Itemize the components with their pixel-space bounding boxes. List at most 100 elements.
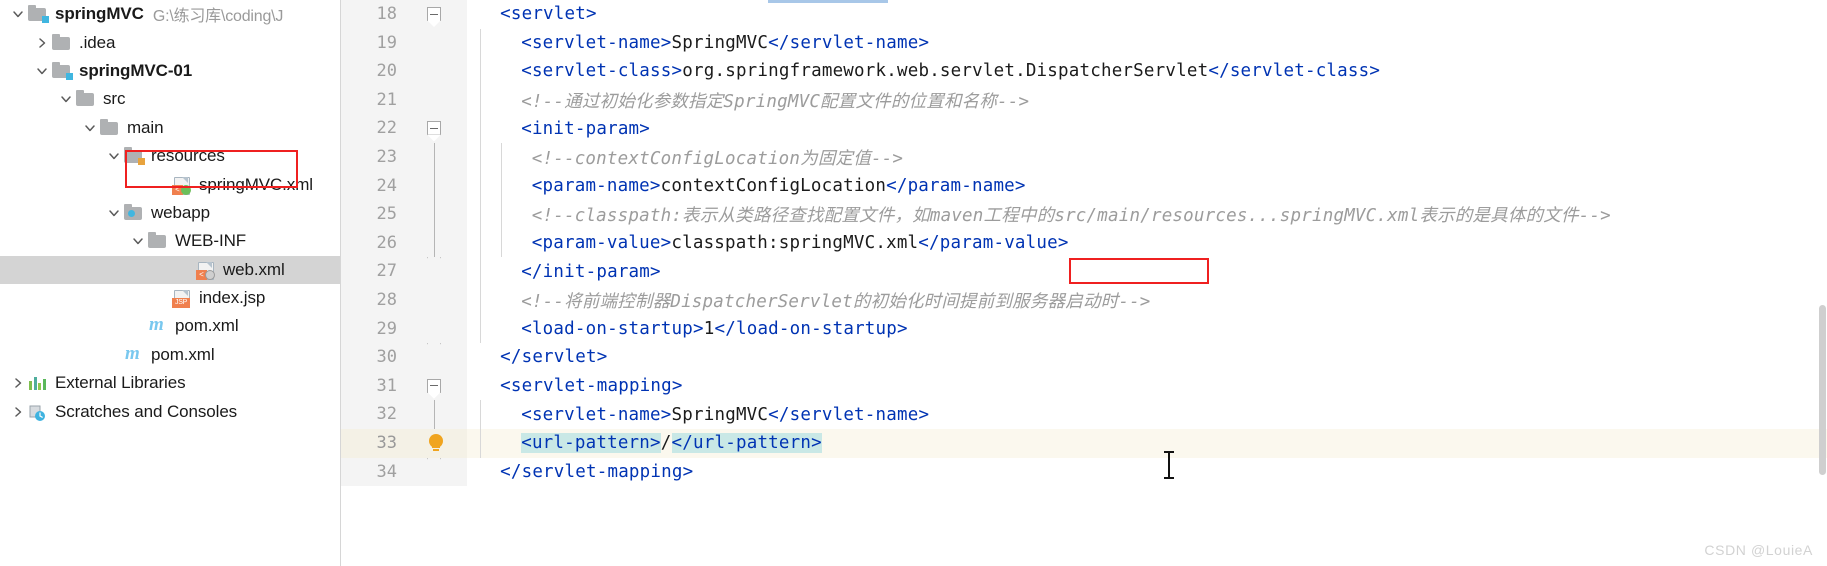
fold-collapse-icon[interactable]: [409, 0, 467, 29]
gutter-area[interactable]: [409, 285, 467, 315]
gutter-area[interactable]: [409, 57, 467, 86]
code-line[interactable]: 18 <servlet>: [341, 0, 1827, 29]
fold-end-marker[interactable]: [427, 257, 441, 269]
tree-item-pom-xml[interactable]: m pom.xml: [0, 341, 340, 369]
chevron-right-icon[interactable]: [35, 36, 49, 50]
code-text[interactable]: <servlet>: [467, 4, 1827, 24]
code-line[interactable]: 22 <init-param>: [341, 114, 1827, 143]
code-text[interactable]: </init-param>: [467, 262, 1827, 282]
fold-guide-line[interactable]: [409, 142, 467, 172]
chevron-down-icon[interactable]: [131, 234, 145, 248]
fold-guide-line[interactable]: [409, 200, 467, 229]
code-text[interactable]: <servlet-name>SpringMVC</servlet-name>: [467, 405, 1827, 425]
code-text[interactable]: <init-param>: [467, 119, 1827, 139]
project-tree-panel[interactable]: springMVC G:\练习库\coding\J .idea springMVC-0…: [0, 0, 341, 566]
fold-collapse-icon[interactable]: [427, 7, 441, 21]
fold-collapse-icon[interactable]: [409, 371, 467, 401]
chevron-down-icon[interactable]: [59, 92, 73, 106]
code-token: >: [671, 376, 683, 397]
tree-item-idea[interactable]: .idea: [0, 28, 340, 56]
fold-end-marker[interactable]: [427, 343, 441, 355]
code-line[interactable]: 21 <!--通过初始化参数指定SpringMVC配置文件的位置和名称-->: [341, 85, 1827, 115]
tree-item-index-jsp[interactable]: JSP index.jsp: [0, 284, 340, 312]
fold-end-marker[interactable]: [427, 458, 441, 470]
fold-end-marker[interactable]: [409, 343, 467, 372]
vertical-scrollbar[interactable]: [1819, 305, 1826, 475]
code-text[interactable]: </servlet-mapping>: [467, 462, 1827, 482]
code-token: </: [714, 318, 736, 339]
chevron-right-icon[interactable]: [11, 405, 25, 419]
code-text[interactable]: <param-name>contextConfigLocation</param…: [467, 176, 1827, 196]
code-token: servlet-name: [789, 404, 919, 425]
code-text[interactable]: <servlet-mapping>: [467, 376, 1827, 396]
code-line[interactable]: 27 </init-param>: [341, 257, 1827, 286]
code-line[interactable]: 29 <load-on-startup>1</load-on-startup>: [341, 314, 1827, 344]
chevron-down-icon[interactable]: [83, 121, 97, 135]
code-token: servlet-name: [531, 404, 661, 425]
tree-item-scratches-and-consoles[interactable]: Scratches and Consoles: [0, 397, 340, 425]
chevron-down-icon[interactable]: [11, 7, 25, 21]
chevron-down-icon[interactable]: [107, 206, 121, 220]
code-line[interactable]: 26 <param-value>classpath:springMVC.xml</…: [341, 228, 1827, 258]
code-token: >: [918, 32, 930, 53]
gutter-area[interactable]: [409, 314, 467, 344]
chevron-down-icon[interactable]: [107, 149, 121, 163]
tree-item-springmvc-xml[interactable]: < springMVC.xml: [0, 170, 340, 198]
code-line[interactable]: 24 <param-name>contextConfigLocation</par…: [341, 171, 1827, 201]
indent-guide: [480, 85, 481, 115]
intention-bulb-icon[interactable]: [428, 433, 444, 452]
code-line[interactable]: 32 <servlet-name>SpringMVC</servlet-name>: [341, 400, 1827, 429]
code-line[interactable]: 30 </servlet>: [341, 343, 1827, 372]
line-number: 33: [341, 428, 409, 458]
code-line[interactable]: 25 <!--classpath:表示从类路径查找配置文件，如maven工程中的s…: [341, 200, 1827, 229]
tree-item-pom-xml[interactable]: m pom.xml: [0, 312, 340, 340]
tree-item-springmvc[interactable]: springMVC G:\练习库\coding\J: [0, 0, 340, 28]
code-text[interactable]: <param-value>classpath:springMVC.xml</pa…: [467, 233, 1827, 253]
line-number: 26: [341, 228, 409, 258]
libraries-icon: [28, 374, 48, 392]
fold-end-marker[interactable]: [409, 257, 467, 286]
code-text[interactable]: <!--通过初始化参数指定SpringMVC配置文件的位置和名称-->: [467, 88, 1827, 113]
tree-item-resources[interactable]: resources: [0, 142, 340, 170]
code-text[interactable]: <!--将前端控制器DispatcherServlet的初始化时间提前到服务器启…: [467, 288, 1827, 313]
fold-collapse-icon[interactable]: [427, 121, 441, 136]
fold-end-marker[interactable]: [409, 457, 467, 487]
code-text[interactable]: <url-pattern>/</url-pattern>: [467, 433, 1827, 454]
gutter-area[interactable]: [409, 85, 467, 115]
tree-item-web-xml[interactable]: < web.xml: [0, 255, 340, 284]
tree-item-external-libraries[interactable]: External Libraries: [0, 369, 340, 397]
code-text[interactable]: <load-on-startup>1</load-on-startup>: [467, 319, 1827, 339]
code-editor[interactable]: 18 <servlet> 19 <servlet-name>SpringMVC</se…: [341, 0, 1827, 566]
tree-item-src[interactable]: src: [0, 85, 340, 113]
intention-bulb-icon[interactable]: [409, 428, 467, 458]
code-line[interactable]: 20 <servlet-class>org.springframework.web…: [341, 57, 1827, 86]
tree-item-main[interactable]: main: [0, 114, 340, 142]
code-text[interactable]: <!--contextConfigLocation为固定值-->: [467, 145, 1827, 170]
code-text[interactable]: <!--classpath:表示从类路径查找配置文件，如maven工程中的src…: [467, 202, 1827, 227]
folder-icon: [76, 90, 96, 108]
code-text[interactable]: <servlet-name>SpringMVC</servlet-name>: [467, 33, 1827, 53]
line-number: 32: [341, 400, 409, 429]
fold-guide-line: [433, 228, 435, 258]
tree-item-webapp[interactable]: webapp: [0, 199, 340, 227]
fold-collapse-icon[interactable]: [409, 114, 467, 143]
code-line[interactable]: 31 <servlet-mapping>: [341, 371, 1827, 401]
fold-guide-line[interactable]: [409, 171, 467, 201]
chevron-right-icon[interactable]: [11, 376, 25, 390]
code-line[interactable]: 19 <servlet-name>SpringMVC</servlet-name>: [341, 28, 1827, 58]
code-line[interactable]: 28 <!--将前端控制器DispatcherServlet的初始化时间提前到服务…: [341, 285, 1827, 315]
fold-guide-line[interactable]: [409, 400, 467, 429]
fold-guide-line[interactable]: [409, 228, 467, 258]
code-text[interactable]: <servlet-class>org.springframework.web.s…: [467, 61, 1827, 81]
fold-collapse-icon[interactable]: [427, 378, 441, 393]
code-line[interactable]: 23 <!--contextConfigLocation为固定值-->: [341, 142, 1827, 172]
code-line[interactable]: 34 </servlet-mapping>: [341, 457, 1827, 487]
gutter-area[interactable]: [409, 28, 467, 58]
tree-item-springmvc-01[interactable]: springMVC-01: [0, 57, 340, 85]
tree-item-web-inf[interactable]: WEB-INF: [0, 227, 340, 255]
code-text[interactable]: </servlet>: [467, 347, 1827, 367]
chevron-down-icon[interactable]: [35, 64, 49, 78]
scratches-icon: [28, 403, 48, 421]
code-line[interactable]: 33 <url-pattern>/</url-pattern>: [341, 428, 1827, 458]
watermark-text: CSDN @LouieA: [1704, 542, 1813, 558]
